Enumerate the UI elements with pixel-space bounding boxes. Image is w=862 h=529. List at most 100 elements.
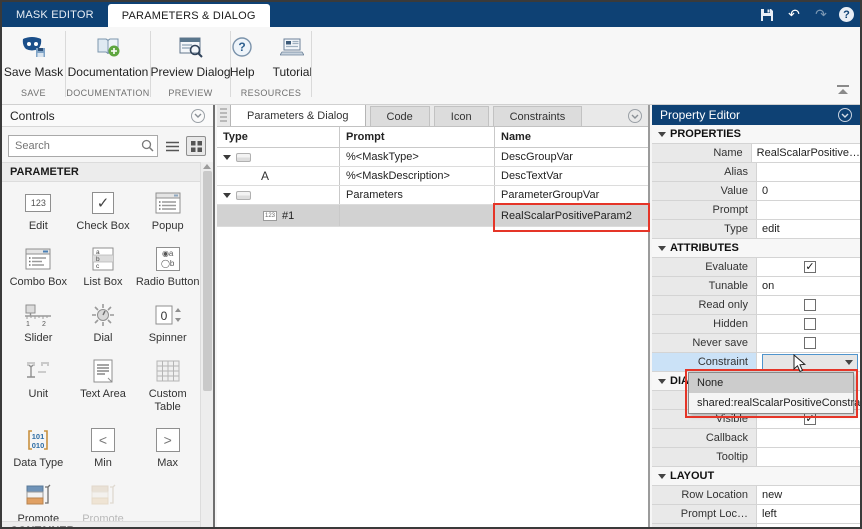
preview-dialog-button[interactable]: Preview Dialog: [144, 33, 236, 82]
property-editor-panel: Property Editor PROPERTIES Name RealScala…: [652, 105, 860, 527]
property-row-evaluate: Evaluate: [652, 258, 860, 277]
tab-parameters-dialog[interactable]: PARAMETERS & DIALOG: [107, 4, 270, 27]
column-name[interactable]: Name: [495, 127, 648, 147]
control-combo-box[interactable]: Combo Box: [6, 241, 71, 289]
section-layout[interactable]: LAYOUT: [652, 467, 860, 486]
promote-many-icon: [87, 482, 119, 510]
controls-panel-title: Controls: [10, 108, 55, 123]
list-box-icon: abc: [87, 245, 119, 273]
save-icon[interactable]: [758, 6, 776, 24]
spinner-icon: 0: [152, 301, 184, 329]
editor-collapse-icon[interactable]: [628, 109, 642, 123]
control-unit[interactable]: Unit: [6, 353, 71, 414]
slider-icon: 12: [22, 301, 54, 329]
column-type[interactable]: Type: [217, 127, 340, 147]
table-row[interactable]: A %<MaskDescription> DescTextVar: [217, 167, 648, 186]
svg-text:2: 2: [42, 321, 46, 327]
toolstrip-tab-bar: MASK EDITOR PARAMETERS & DIALOG ↶ ↷ ?: [2, 2, 860, 27]
dial-icon: [87, 301, 119, 329]
list-view-button[interactable]: [162, 136, 182, 156]
documentation-icon: [95, 36, 121, 61]
tutorial-icon: [279, 36, 306, 61]
tab-code[interactable]: Code: [369, 106, 430, 126]
help-icon[interactable]: ?: [839, 7, 854, 22]
table-row-selected[interactable]: 123 #1 RealScalarPositiveParam2: [217, 205, 648, 227]
text-icon: A: [261, 169, 270, 183]
edit-icon: 123: [22, 189, 54, 217]
control-promote-many: Promote Many-to:..: [71, 478, 136, 527]
tab-mask-editor[interactable]: MASK EDITOR: [2, 2, 108, 27]
section-parameter[interactable]: PARAMETER: [2, 162, 201, 182]
controls-panel: Controls PARA: [2, 105, 215, 527]
collapse-toolstrip-icon[interactable]: [836, 85, 850, 97]
edit-param-icon: 123: [263, 210, 278, 221]
dropdown-option-none[interactable]: None: [689, 373, 853, 393]
data-type-icon: 101 010: [22, 426, 54, 454]
property-row-type: Type edit: [652, 220, 860, 239]
svg-text:010: 010: [32, 441, 45, 450]
control-dial[interactable]: Dial: [71, 297, 136, 345]
control-popup[interactable]: Popup: [135, 185, 200, 233]
toolstrip: Save Mask SAVE Documentation DOCUMENTATI…: [2, 27, 860, 105]
never-save-checkbox[interactable]: [804, 337, 816, 349]
expand-arrow-icon[interactable]: [223, 154, 231, 160]
constraint-dropdown[interactable]: [762, 354, 858, 370]
control-slider[interactable]: 12 Slider: [6, 297, 71, 345]
expand-arrow-icon[interactable]: [223, 192, 231, 198]
control-min[interactable]: < Min: [71, 422, 136, 470]
control-list-box[interactable]: abc List Box: [71, 241, 136, 289]
visible-checkbox[interactable]: [804, 413, 816, 425]
redo-icon[interactable]: ↷: [812, 6, 830, 24]
dropdown-option-shared-constraint[interactable]: shared:realScalarPositiveConstraint: [689, 393, 860, 413]
search-input[interactable]: [8, 135, 158, 157]
property-row-horizontal-stretch: Horizontal S…: [652, 524, 860, 527]
controls-scrollbar[interactable]: [200, 162, 213, 527]
control-check-box[interactable]: ✓ Check Box: [71, 185, 136, 233]
max-icon: >: [152, 426, 184, 454]
documentation-button[interactable]: Documentation: [62, 33, 155, 82]
undo-icon[interactable]: ↶: [785, 6, 803, 24]
text-area-icon: [87, 357, 119, 385]
svg-text:0: 0: [160, 309, 167, 323]
evaluate-checkbox[interactable]: [804, 261, 816, 273]
control-text-area[interactable]: Text Area: [71, 353, 136, 414]
gripper-icon[interactable]: [220, 108, 227, 124]
tab-parameters-and-dialog[interactable]: Parameters & Dialog: [230, 105, 366, 126]
mask-editor-window: MASK EDITOR PARAMETERS & DIALOG ↶ ↷ ? Sa…: [0, 0, 862, 529]
group-label-save: SAVE: [21, 88, 46, 98]
help-button-icon: ?: [231, 36, 253, 61]
property-editor-collapse-icon[interactable]: [838, 108, 852, 122]
section-container[interactable]: CONTAINER: [2, 521, 201, 527]
controls-collapse-icon[interactable]: [191, 108, 205, 123]
section-properties[interactable]: PROPERTIES: [652, 125, 860, 144]
combo-box-icon: [22, 245, 54, 273]
svg-text:?: ?: [239, 40, 246, 54]
control-spinner[interactable]: 0 Spinner: [135, 297, 200, 345]
table-row[interactable]: Parameters ParameterGroupVar: [217, 186, 648, 205]
tab-constraints[interactable]: Constraints: [492, 106, 583, 126]
promote-one-icon: [22, 482, 54, 510]
property-row-name: Name RealScalarPositive…: [652, 144, 860, 163]
property-row-hidden: Hidden: [652, 315, 860, 334]
property-editor-title: Property Editor: [660, 108, 741, 122]
grid-view-button[interactable]: [186, 136, 206, 156]
read-only-checkbox[interactable]: [804, 299, 816, 311]
control-edit[interactable]: 123 Edit: [6, 185, 71, 233]
custom-table-icon: [152, 357, 184, 385]
tab-icon[interactable]: Icon: [433, 106, 489, 126]
save-mask-button[interactable]: Save Mask: [2, 33, 69, 82]
hidden-checkbox[interactable]: [804, 318, 816, 330]
help-button[interactable]: ? Help: [224, 33, 261, 82]
preview-dialog-icon: [178, 36, 204, 61]
control-custom-table[interactable]: Custom Table: [135, 353, 200, 414]
control-promote-one[interactable]: Promote One-to-...: [6, 478, 71, 527]
section-attributes[interactable]: ATTRIBUTES: [652, 239, 860, 258]
property-row-prompt-location: Prompt Loc… left: [652, 505, 860, 524]
control-max[interactable]: > Max: [135, 422, 200, 470]
table-row[interactable]: %<MaskType> DescGroupVar: [217, 148, 648, 167]
control-data-type[interactable]: 101 010 Data Type: [6, 422, 71, 470]
property-row-tooltip: Tooltip: [652, 448, 860, 467]
column-prompt[interactable]: Prompt: [340, 127, 495, 147]
min-icon: <: [87, 426, 119, 454]
control-radio-button[interactable]: ◉a ◯b Radio Button: [135, 241, 200, 289]
